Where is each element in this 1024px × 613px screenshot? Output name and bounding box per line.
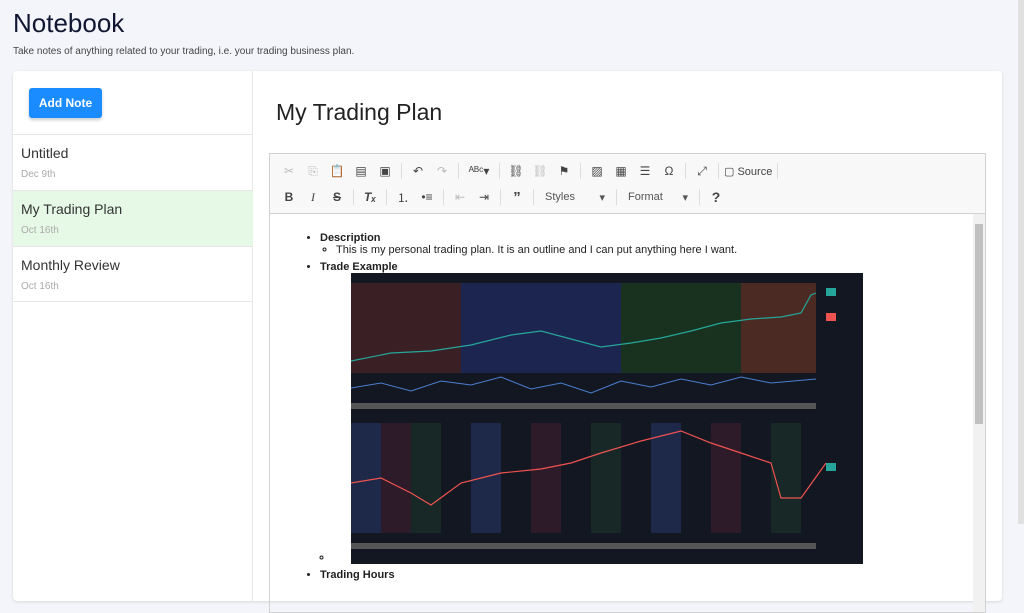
trade-example-heading: Trade Example: [320, 261, 398, 273]
format-dropdown[interactable]: Format ▾: [622, 191, 694, 204]
paste-word-icon[interactable]: ▣: [374, 164, 396, 178]
note-item-monthly-review[interactable]: Monthly Review Oct 16th: [13, 246, 253, 302]
notes-list: Untitled Dec 9th My Trading Plan Oct 16th …: [13, 134, 253, 302]
undo-icon[interactable]: ↶: [407, 164, 429, 178]
redo-icon[interactable]: ↷: [431, 164, 453, 178]
trading-hours-heading: Trading Hours: [320, 569, 395, 581]
note-item-my-trading-plan[interactable]: My Trading Plan Oct 16th: [13, 190, 253, 246]
strikethrough-icon[interactable]: S: [326, 190, 348, 204]
link-icon[interactable]: ⛓: [505, 164, 527, 178]
anchor-flag-icon[interactable]: ⚑: [553, 164, 575, 178]
paste-icon[interactable]: 📋: [326, 164, 348, 178]
horizontal-line-icon[interactable]: ☰: [634, 164, 656, 178]
unlink-icon[interactable]: ⛓: [529, 164, 551, 178]
indent-icon[interactable]: ⇥: [473, 190, 495, 204]
note-name: Untitled: [21, 145, 69, 161]
note-item-untitled[interactable]: Untitled Dec 9th: [13, 134, 253, 190]
description-heading: Description: [320, 232, 381, 244]
table-icon[interactable]: ▦: [610, 164, 632, 178]
spellcheck-icon[interactable]: ᴬᴮᶜ▾: [464, 164, 494, 178]
bold-icon[interactable]: B: [278, 190, 300, 204]
blockquote-icon[interactable]: ”: [506, 189, 528, 206]
paste-text-icon[interactable]: ▤: [350, 164, 372, 178]
add-note-button[interactable]: Add Note: [29, 88, 102, 118]
note-date: Oct 16th: [21, 225, 59, 236]
cut-icon[interactable]: ✂: [278, 164, 300, 178]
copy-icon[interactable]: ⎘: [302, 164, 324, 179]
editor-scrollbar[interactable]: [973, 214, 985, 612]
note-title[interactable]: My Trading Plan: [276, 99, 442, 126]
numbered-list-icon[interactable]: ⒈: [392, 189, 414, 206]
page-scrollbar[interactable]: [1018, 0, 1024, 524]
notebook-card: Add Note Untitled Dec 9th My Trading Plan…: [13, 71, 1002, 613]
editor-content[interactable]: Description This is my personal trading …: [270, 214, 973, 612]
bulleted-list-icon[interactable]: •≡: [416, 190, 438, 204]
trade-example-chart-image[interactable]: [350, 273, 863, 564]
remove-format-icon[interactable]: Tₓ: [359, 190, 381, 204]
note-date: Oct 16th: [21, 281, 59, 292]
editor-toolbar: ✂ ⎘ 📋 ▤ ▣ ↶ ↷ ᴬᴮᶜ▾ ⛓ ⛓ ⚑ ▨ ▦ ☰ Ω ⤢ ▢ Sou…: [270, 154, 985, 214]
source-button[interactable]: ▢ Source: [724, 165, 772, 178]
note-name: Monthly Review: [21, 257, 120, 273]
help-button[interactable]: ?: [705, 189, 727, 205]
page-subtitle: Take notes of anything related to your t…: [13, 46, 355, 57]
rich-text-editor: ✂ ⎘ 📋 ▤ ▣ ↶ ↷ ᴬᴮᶜ▾ ⛓ ⛓ ⚑ ▨ ▦ ☰ Ω ⤢ ▢ Sou…: [269, 153, 986, 613]
source-icon: ▢: [724, 165, 738, 178]
scrollbar-thumb[interactable]: [975, 224, 983, 424]
chevron-down-icon: ▾: [682, 191, 688, 204]
chevron-down-icon: ▾: [599, 191, 605, 204]
description-text: This is my personal trading plan. It is …: [336, 244, 973, 256]
maximize-icon[interactable]: ⤢: [691, 164, 713, 179]
notes-sidebar: Add Note Untitled Dec 9th My Trading Plan…: [13, 71, 253, 601]
note-name: My Trading Plan: [21, 201, 123, 217]
note-date: Dec 9th: [21, 169, 56, 180]
special-char-icon[interactable]: Ω: [658, 164, 680, 178]
styles-dropdown[interactable]: Styles ▾: [539, 191, 611, 204]
image-icon[interactable]: ▨: [586, 164, 608, 178]
italic-icon[interactable]: I: [302, 190, 324, 205]
page-title: Notebook: [13, 8, 125, 38]
outdent-icon[interactable]: ⇤: [449, 190, 471, 204]
